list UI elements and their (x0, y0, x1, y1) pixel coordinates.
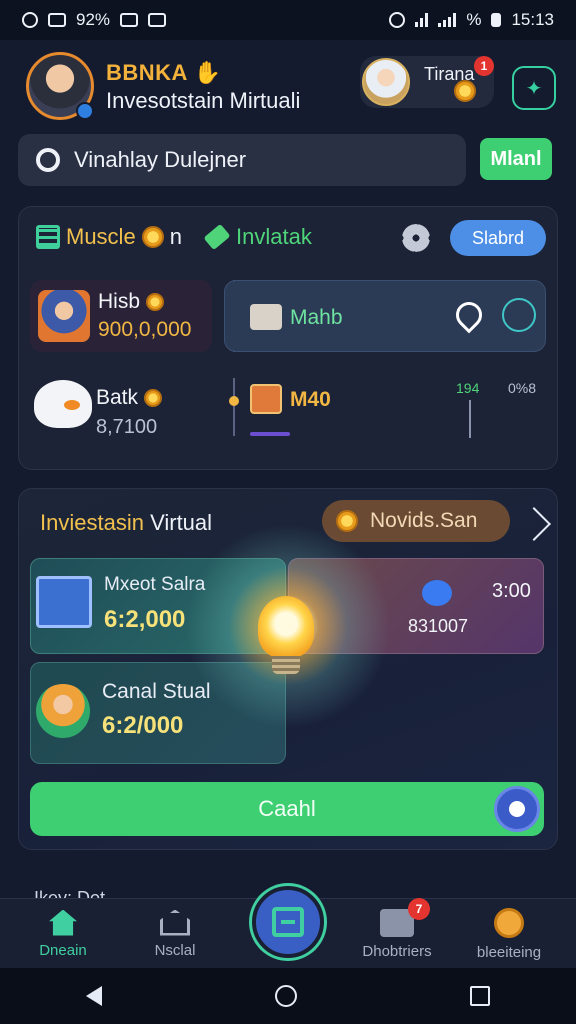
tab-muscle-suffix: n (169, 224, 182, 249)
grid-icon (36, 225, 60, 249)
bank-icon (36, 576, 92, 628)
system-nav (0, 968, 576, 1024)
search-icon (36, 148, 60, 172)
lightbulb-base (272, 656, 300, 674)
battery-percent-left: 92% (76, 10, 111, 29)
tile-chat-amount: 831007 (408, 616, 469, 636)
app-brand: BBNKA ✋ (106, 60, 222, 85)
tile-savings-title: Mxeot Salra (104, 574, 206, 595)
image-icon (48, 13, 66, 27)
virtual-title: Inviestasin Virtual (40, 510, 213, 535)
lightbulb-icon (258, 596, 314, 658)
mascot-icon (34, 380, 92, 428)
refresh-icon[interactable] (502, 298, 536, 332)
sync-icon (389, 12, 406, 28)
wallet-icon (272, 907, 304, 937)
social-share-button[interactable]: ✦ (512, 66, 556, 110)
search-action-button[interactable]: Mlanl (480, 138, 552, 180)
clock: 15:13 (511, 10, 554, 29)
account-amount-batk: 8,7100 (96, 416, 158, 438)
tag-icon (203, 223, 231, 251)
person-icon (36, 684, 90, 738)
tab-muscle[interactable]: Muscle n (36, 224, 182, 250)
timeline-dot-2 (229, 396, 239, 406)
account-name: Hisb (98, 290, 164, 314)
nav-settings-label: bleeiteing (476, 943, 542, 961)
account-avatar (38, 290, 90, 342)
stat-a: 194 (456, 380, 480, 396)
tile-chat-value: 3:00 (492, 580, 531, 602)
search-input[interactable]: Vinahlay Dulejner (74, 147, 246, 173)
tile-canal-title: Canal Stual (102, 680, 211, 703)
house-outline-icon (160, 909, 190, 936)
bird-icon: ✦ (525, 77, 543, 100)
search-bar[interactable]: Vinahlay Dulejner (18, 134, 466, 186)
alarm-icon (22, 12, 38, 28)
bonus-label: Novids.San (370, 509, 478, 532)
stat-b: 0%8 (508, 380, 537, 396)
nav-social[interactable]: Nsclal (130, 899, 220, 969)
nav-settings[interactable]: bleeiteing (464, 899, 554, 969)
cash-icon[interactable] (494, 786, 540, 832)
battery-percent: % (466, 10, 482, 29)
wifi-icon (415, 13, 429, 27)
cash-button-label: Caahl (258, 796, 316, 821)
coin-icon (143, 389, 162, 408)
nav-home[interactable]: Dneain (18, 899, 108, 969)
tile-canal-amount: 6:2/000 (102, 712, 184, 739)
asset-label: M40 (290, 388, 331, 411)
coin-icon (454, 80, 476, 102)
tab-muscle-label: Muscle (66, 224, 136, 249)
home-circle-icon[interactable] (274, 985, 297, 1007)
nav-social-label: Nsclal (154, 941, 196, 959)
cash-button[interactable]: Caahl (30, 782, 544, 836)
hand-icon: ✋ (193, 60, 222, 85)
chat-icon (422, 580, 452, 606)
app-subtitle: Invesotstain Mirtuali (106, 88, 301, 113)
friend-notification-badge: 1 (474, 56, 494, 76)
recents-icon[interactable] (469, 986, 490, 1006)
medal-icon (494, 907, 524, 938)
coin-icon (141, 226, 164, 248)
coin-icon (145, 293, 164, 312)
nav-notifications-label: Dhobtriers (362, 942, 432, 960)
progress-bar (250, 432, 290, 436)
nav-home-label: Dneain (39, 941, 87, 959)
dashboard-pill-button[interactable]: Slabrd (450, 220, 546, 256)
account-name-batk: Batk (96, 386, 162, 410)
nav-notification-badge: 7 (408, 898, 430, 920)
next-section-peek: Ikey: Dot (34, 888, 106, 898)
battery-icon (491, 13, 502, 27)
verified-badge-icon (76, 102, 94, 120)
stat-divider (469, 400, 471, 438)
tab-invest-label: Invlatak (236, 224, 312, 249)
gear-icon[interactable] (402, 224, 430, 252)
tile-savings-amount: 6:2,000 (104, 606, 186, 633)
home-icon (49, 909, 77, 936)
center-action-button[interactable] (252, 886, 324, 958)
back-icon[interactable] (86, 986, 103, 1006)
market-label: Mahb (290, 306, 343, 329)
market-thumbnail (250, 304, 282, 330)
timeline-divider-2 (233, 378, 235, 436)
asset-thumbnail (250, 384, 282, 414)
signal-icon (438, 13, 457, 27)
status-bar: 92% % 15:13 (0, 0, 576, 40)
tab-invest[interactable]: Invlatak (203, 223, 312, 251)
friend-avatar[interactable] (362, 58, 410, 106)
account-amount: 900,0,000 (98, 318, 192, 341)
mail-icon (148, 13, 167, 27)
message-icon (120, 13, 139, 27)
